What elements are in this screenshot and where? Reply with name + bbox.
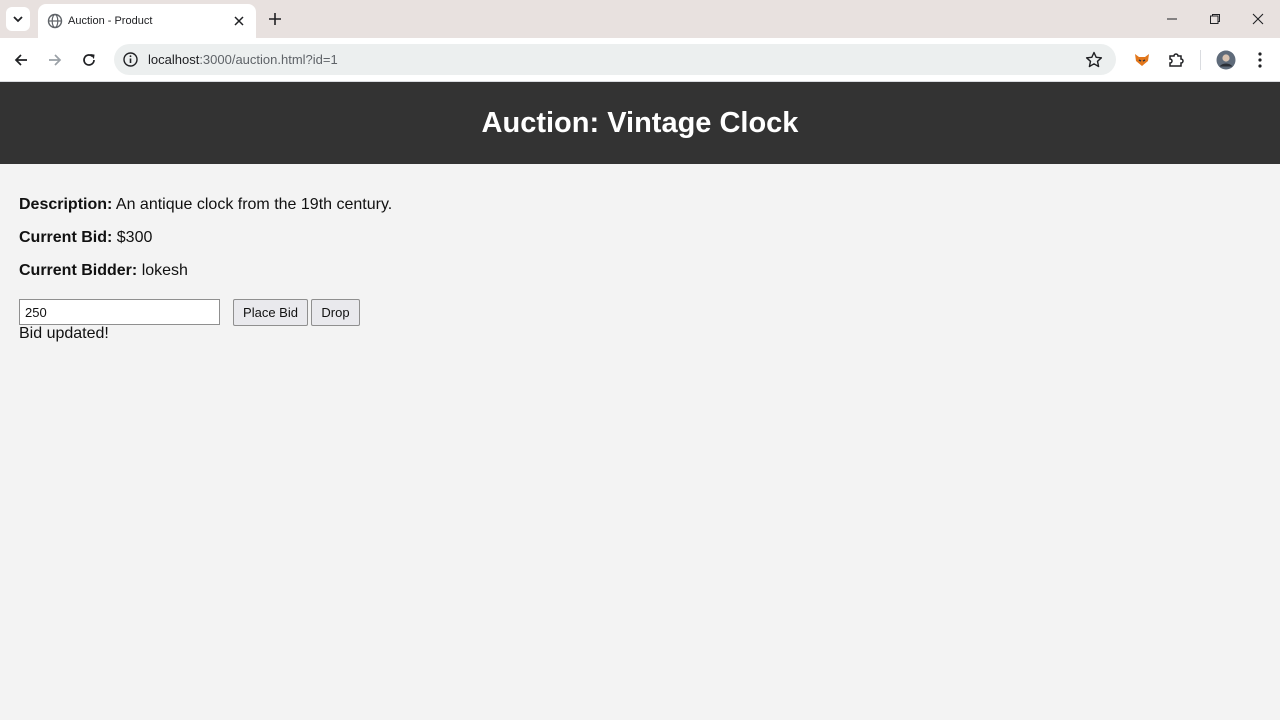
description-row: Description: An antique clock from the 1…	[19, 195, 392, 215]
site-info-icon[interactable]	[122, 51, 139, 68]
extensions-puzzle-icon[interactable]	[1164, 48, 1188, 72]
address-bar[interactable]: localhost:3000/auction.html?id=1	[114, 44, 1116, 75]
url-text: localhost:3000/auction.html?id=1	[148, 51, 338, 68]
tab-title: Auction - Product	[68, 15, 153, 27]
current-bid-label: Current Bid:	[19, 229, 113, 246]
reload-icon[interactable]	[77, 48, 101, 72]
browser-tab-active[interactable]: Auction - Product	[38, 4, 256, 38]
place-bid-button[interactable]: Place Bid	[233, 299, 308, 326]
forward-arrow-icon[interactable]	[43, 48, 67, 72]
browser-tab-bar: Auction - Product	[0, 0, 1280, 38]
restore-window-icon[interactable]	[1203, 7, 1227, 31]
description-label: Description:	[19, 196, 113, 213]
url-host: localhost	[148, 52, 200, 67]
fox-extension-icon[interactable]	[1130, 48, 1154, 72]
new-tab-plus-icon[interactable]	[264, 8, 286, 30]
status-message: Bid updated!	[19, 325, 109, 342]
description-value: An antique clock from the 19th century.	[115, 196, 393, 213]
bookmark-star-icon[interactable]	[1084, 50, 1104, 70]
current-bid-value: $300	[116, 229, 153, 246]
toolbar-divider	[1200, 50, 1201, 70]
url-path: :3000/auction.html?id=1	[199, 52, 338, 67]
page-header: Auction: Vintage Clock	[0, 82, 1280, 164]
browser-menu-kebab-icon[interactable]	[1248, 48, 1272, 72]
current-bidder-label: Current Bidder:	[19, 262, 138, 279]
back-arrow-icon[interactable]	[9, 48, 33, 72]
current-bidder-value: lokesh	[141, 262, 188, 279]
tab-search-chevron-icon[interactable]	[6, 7, 30, 31]
current-bidder-row: Current Bidder: lokesh	[19, 261, 188, 281]
minimize-window-icon[interactable]	[1160, 7, 1184, 31]
close-tab-icon[interactable]	[230, 12, 248, 30]
globe-icon	[47, 13, 63, 29]
current-bid-row: Current Bid: $300	[19, 228, 152, 248]
close-window-icon[interactable]	[1246, 7, 1270, 31]
profile-avatar-icon[interactable]	[1214, 48, 1238, 72]
browser-toolbar: localhost:3000/auction.html?id=1	[0, 38, 1280, 82]
page-title: Auction: Vintage Clock	[481, 107, 799, 139]
page-content: Auction: Vintage Clock Description: An a…	[0, 82, 1280, 720]
bid-amount-input[interactable]	[19, 299, 220, 325]
drop-button[interactable]: Drop	[311, 299, 360, 326]
